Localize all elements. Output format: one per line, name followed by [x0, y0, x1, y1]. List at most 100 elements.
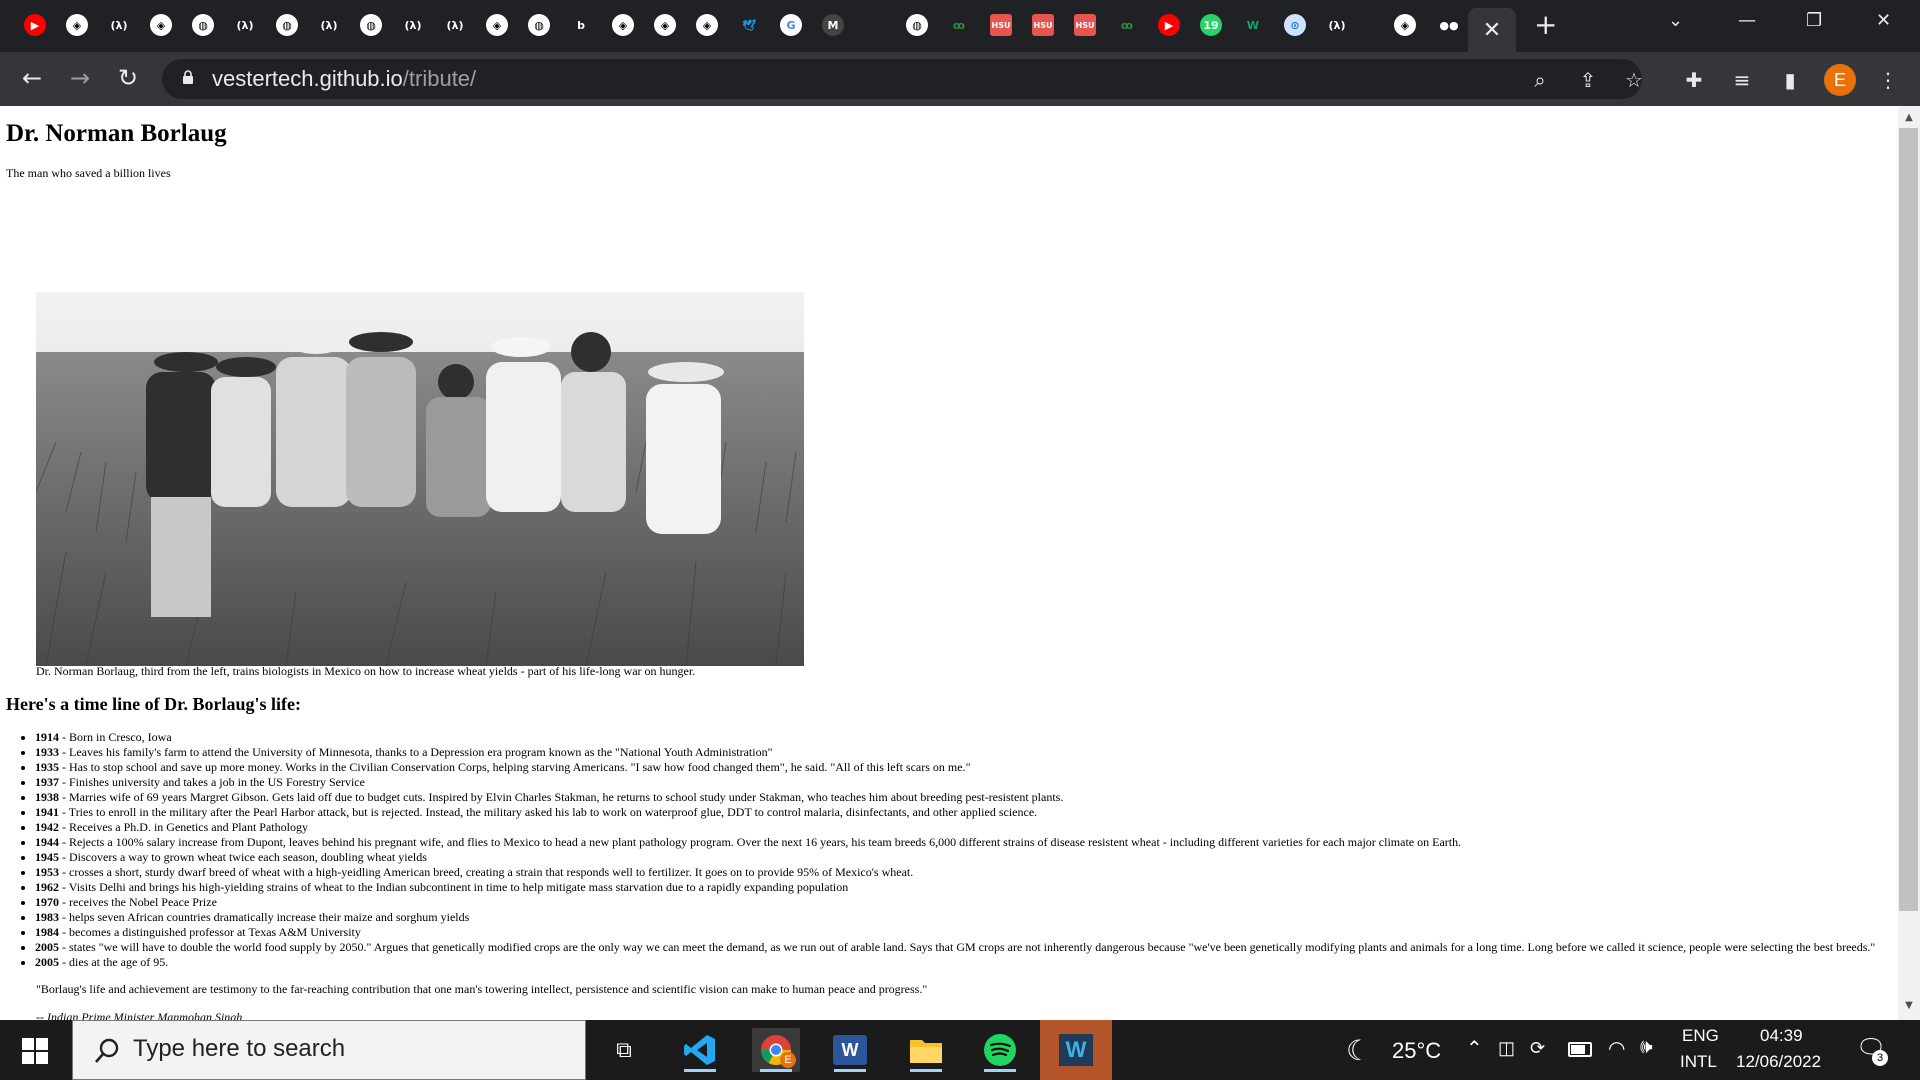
browser-tab[interactable]: 19 — [1194, 8, 1228, 42]
file-explorer-icon — [910, 1040, 942, 1063]
share-icon[interactable]: ⇪ — [1574, 66, 1602, 94]
tab-search-chevron-icon[interactable]: ⌄ — [1668, 10, 1683, 31]
zoom-icon[interactable]: ⌕ — [1526, 66, 1554, 94]
timeline-year: 1933 — [35, 745, 59, 759]
task-view-button[interactable]: ⧉ — [600, 1028, 648, 1072]
chrome-icon: ⊙ — [1284, 14, 1306, 36]
meet-now-icon[interactable]: ◫ — [1498, 1038, 1515, 1059]
close-tab-icon[interactable]: ✕ — [1483, 18, 1501, 43]
browser-tab[interactable]: b — [564, 8, 598, 42]
browser-tab[interactable]: 🕊 — [732, 8, 766, 42]
whatsapp-icon: 19 — [1200, 14, 1222, 36]
taskbar-word[interactable]: W — [826, 1028, 874, 1072]
menu-kebab-icon[interactable]: ⋮ — [1874, 66, 1902, 94]
wifi-icon[interactable]: ◠ — [1608, 1036, 1625, 1061]
start-button[interactable] — [22, 1038, 48, 1064]
timeline-year: 2005 — [35, 955, 59, 969]
browser-tab[interactable]: ꝏ — [1110, 8, 1144, 42]
browser-tab[interactable]: HSU — [1026, 8, 1060, 42]
timeline-item: 1942 - Receives a Ph.D. in Genetics and … — [35, 820, 1895, 835]
bold-b-icon: b — [577, 18, 585, 32]
volume-icon[interactable]: 🕪 — [1640, 1036, 1653, 1059]
browser-tab[interactable]: HSU — [1068, 8, 1102, 42]
minimize-button[interactable]: — — [1738, 10, 1756, 31]
browser-tab[interactable]: M — [816, 8, 850, 42]
browser-tab[interactable]: ◈ — [690, 8, 724, 42]
weather-moon-cloud-icon[interactable]: ☾ — [1346, 1034, 1371, 1067]
browser-tab[interactable]: ꝏ — [942, 8, 976, 42]
browser-tab[interactable]: (λ) — [102, 8, 136, 42]
weather-temperature[interactable]: 25°C — [1392, 1038, 1441, 1064]
scroll-down-arrow-icon[interactable]: ▼ — [1902, 1000, 1916, 1014]
url-text[interactable]: vestertech.github.io/tribute/ — [212, 66, 476, 92]
browser-tab[interactable]: ◈ — [60, 8, 94, 42]
new-tab-button[interactable]: + — [1534, 11, 1557, 39]
browser-tab[interactable]: ●● — [1432, 8, 1466, 42]
timeline-text: - Marries wife of 69 years Margret Gibso… — [59, 790, 1064, 804]
timeline-item: 1941 - Tries to enroll in the military a… — [35, 805, 1895, 820]
browser-tab[interactable]: ◍ — [270, 8, 304, 42]
timeline-text: - Discovers a way to grown wheat twice e… — [59, 850, 427, 864]
taskbar-waves-app[interactable]: W — [1040, 1020, 1112, 1080]
browser-tab[interactable]: ◈ — [606, 8, 640, 42]
forward-button[interactable]: → — [64, 64, 96, 92]
browser-tab[interactable]: ◈ — [1388, 8, 1422, 42]
globe-icon: ◍ — [528, 14, 550, 36]
restore-button[interactable]: ❐ — [1806, 10, 1822, 31]
youtube-icon: ▶ — [24, 14, 46, 36]
browser-tab[interactable]: ◈ — [648, 8, 682, 42]
browser-tab[interactable]: (λ) — [438, 8, 472, 42]
browser-tab[interactable]: (λ) — [396, 8, 430, 42]
timeline-heading: Here's a time line of Dr. Borlaug's life… — [6, 694, 301, 714]
freecodecamp-icon: (λ) — [110, 18, 128, 32]
close-window-button[interactable]: ✕ — [1876, 10, 1891, 31]
taskbar-file-explorer[interactable] — [902, 1028, 950, 1072]
taskbar-chrome[interactable]: E — [752, 1028, 800, 1072]
reload-button[interactable]: ↻ — [112, 64, 144, 92]
browser-tab[interactable]: ◍ — [522, 8, 556, 42]
browser-tab[interactable]: ◈ — [144, 8, 178, 42]
media-control-icon[interactable]: ≡ — [1728, 66, 1756, 94]
show-hidden-icons-chevron-icon[interactable]: ⌃ — [1466, 1036, 1483, 1061]
page-title: Dr. Norman Borlaug — [6, 120, 227, 147]
bookmark-star-icon[interactable]: ☆ — [1620, 66, 1648, 94]
geeksforgeeks-icon: ꝏ — [1120, 18, 1134, 32]
scroll-up-arrow-icon[interactable]: ▲ — [1902, 112, 1916, 126]
browser-tab[interactable]: (λ) — [228, 8, 262, 42]
quote: "Borlaug's life and achievement are test… — [36, 982, 928, 996]
taskbar-spotify[interactable] — [976, 1028, 1024, 1072]
keyboard-layout[interactable]: INTL — [1680, 1052, 1717, 1072]
freecodecamp-icon: (λ) — [236, 18, 254, 32]
browser-tab[interactable]: ◍ — [354, 8, 388, 42]
browser-tab[interactable]: ◈ — [480, 8, 514, 42]
timeline-year: 1942 — [35, 820, 59, 834]
browser-tab[interactable]: ◍ — [186, 8, 220, 42]
browser-tab[interactable]: ▶ — [1152, 8, 1186, 42]
scrollbar-thumb[interactable] — [1899, 128, 1918, 911]
taskbar-vscode[interactable] — [676, 1028, 724, 1072]
browser-tab[interactable]: HSU — [984, 8, 1018, 42]
browser-tab[interactable]: ⊙ — [1278, 8, 1312, 42]
notification-count-badge: 3 — [1872, 1050, 1888, 1066]
codepen-icon: ◈ — [486, 14, 508, 36]
browser-tab[interactable]: W — [1236, 8, 1270, 42]
profile-avatar[interactable]: E — [1824, 64, 1856, 96]
extensions-puzzle-icon[interactable]: ✚ — [1680, 66, 1708, 94]
browser-tab[interactable]: (λ) — [312, 8, 346, 42]
clock-time[interactable]: 04:39 — [1760, 1026, 1803, 1046]
back-button[interactable]: ← — [16, 64, 48, 92]
active-tab[interactable]: ✕ — [1468, 8, 1516, 52]
onedrive-sync-icon[interactable]: ⟳ — [1530, 1038, 1545, 1059]
language-code[interactable]: ENG — [1682, 1026, 1719, 1046]
browser-tab[interactable]: G — [774, 8, 808, 42]
w3schools-icon: W — [1246, 18, 1260, 32]
browser-tab[interactable]: (λ) — [1320, 8, 1354, 42]
browser-tab[interactable]: ▶ — [18, 8, 52, 42]
clock-date[interactable]: 12/06/2022 — [1736, 1052, 1821, 1072]
taskbar-search-box[interactable]: Type here to search — [72, 1020, 586, 1080]
browser-tab[interactable]: ◍ — [900, 8, 934, 42]
battery-icon[interactable] — [1568, 1042, 1592, 1057]
side-panel-icon[interactable]: ▮ — [1776, 66, 1804, 94]
codepen-icon: ◈ — [1394, 14, 1416, 36]
address-bar[interactable]: vestertech.github.io/tribute/ — [162, 59, 1642, 99]
